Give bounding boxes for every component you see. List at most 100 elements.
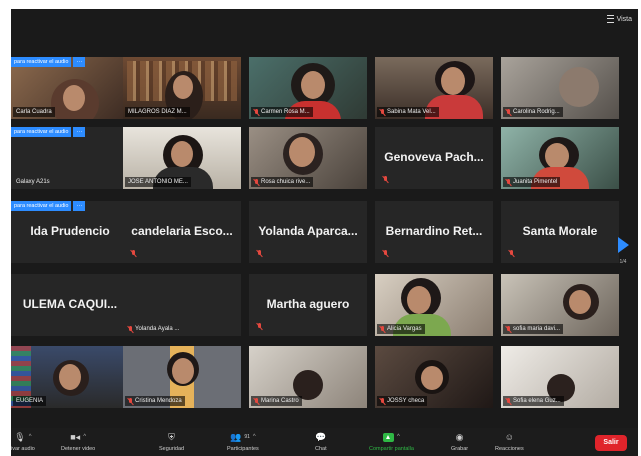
participant-name: Carla Cuadra bbox=[13, 107, 55, 117]
participant-name: Juanita Pimentel bbox=[503, 177, 561, 187]
view-button[interactable]: Vista bbox=[606, 15, 632, 23]
participant-tile[interactable]: MILAGROS DIAZ M... bbox=[123, 57, 241, 119]
next-page-button[interactable]: 1/4 bbox=[615, 237, 631, 265]
reactions-button[interactable]: ☺ Reacciones bbox=[495, 430, 524, 452]
share-screen-button[interactable]: ^ Compartir pantalla bbox=[369, 430, 414, 452]
mic-muted-icon bbox=[254, 108, 259, 116]
participant-tile[interactable]: Juanita Pimentel bbox=[501, 127, 619, 189]
participant-name-large: ULEMA CAQUI... bbox=[22, 297, 118, 311]
participant-name: Alicia Vargas bbox=[377, 324, 425, 334]
participant-tile[interactable]: EUGENIA bbox=[11, 346, 129, 408]
view-button-label: Vista bbox=[616, 15, 632, 23]
participant-name: EUGENIA bbox=[13, 396, 47, 406]
participant-tile[interactable]: Cristina Mendoza bbox=[123, 346, 241, 408]
participant-name: Marina Castro bbox=[251, 396, 302, 406]
participant-name-large: candelaria Esco... bbox=[131, 224, 233, 238]
participant-tile[interactable]: Genoveva Pach... bbox=[375, 127, 493, 189]
security-button[interactable]: ⛨ Seguridad bbox=[159, 430, 184, 453]
participant-tile[interactable]: candelaria Esco... bbox=[123, 201, 241, 263]
chevron-up-icon[interactable]: ^ bbox=[397, 434, 400, 440]
participant-tile[interactable]: para reactivar el audio ··· Ida Prudenci… bbox=[11, 201, 129, 263]
mic-muted-icon bbox=[509, 250, 514, 257]
participant-name: Galaxy A21s bbox=[16, 179, 50, 185]
participants-button[interactable]: 👥 91 ^ Participantes bbox=[227, 430, 259, 453]
participant-tile[interactable]: Yolanda Aparca... bbox=[249, 201, 367, 263]
mute-button[interactable]: 🎙 ^ ivar audio bbox=[11, 430, 35, 453]
mic-muted-icon bbox=[383, 176, 388, 183]
shield-icon: ⛨ bbox=[168, 431, 175, 442]
participant-tile[interactable]: Sofia elena Guz... bbox=[501, 346, 619, 408]
participant-name: Sofia elena Guz... bbox=[503, 396, 564, 406]
participant-name-large: Bernardino Ret... bbox=[385, 224, 483, 238]
mic-muted-icon bbox=[257, 250, 262, 257]
chat-button[interactable]: 💬 Chat bbox=[315, 430, 327, 453]
smiley-icon: ☺ bbox=[504, 432, 514, 442]
mic-muted-icon bbox=[506, 108, 511, 116]
participant-name: Rosa chuica rive... bbox=[251, 177, 314, 187]
record-button[interactable]: ◉ Grabar bbox=[451, 430, 468, 453]
page-indicator: 1/4 bbox=[619, 259, 627, 265]
participant-tile[interactable]: Bernardino Ret... bbox=[375, 201, 493, 263]
participant-tile[interactable]: Carolina Rodrig... bbox=[501, 57, 619, 119]
top-bar: Vista bbox=[11, 9, 638, 57]
mic-muted-icon bbox=[254, 178, 259, 186]
participant-tile[interactable]: Alicia Vargas bbox=[375, 274, 493, 336]
participant-tile[interactable]: JOSSY checa bbox=[375, 346, 493, 408]
chevron-up-icon[interactable]: ^ bbox=[83, 434, 86, 440]
participant-name-large: Genoveva Pach... bbox=[384, 150, 484, 164]
participant-name: Yolanda Ayala ... bbox=[125, 324, 182, 334]
meeting-toolbar: 🎙 ^ ivar audio ■◂ ^ Detener video ⛨ Seguri… bbox=[11, 428, 638, 456]
zoom-meeting-window: Vista para reactivar el audio ··· Carla … bbox=[11, 9, 638, 456]
mic-muted-icon bbox=[506, 325, 511, 333]
participant-tile[interactable]: Marina Castro bbox=[249, 346, 367, 408]
participant-tile-active-speaker[interactable]: JOSE ANTONIO ME... bbox=[123, 127, 241, 189]
participant-name: Carolina Rodrig... bbox=[503, 107, 563, 117]
share-screen-icon bbox=[383, 432, 395, 442]
mic-muted-icon bbox=[506, 178, 511, 186]
more-options-button[interactable]: ··· bbox=[73, 201, 86, 211]
participant-tile[interactable]: sofia maria davi... bbox=[501, 274, 619, 336]
participant-name: Sabina Mata Vel... bbox=[377, 107, 439, 117]
microphone-icon: 🎙 bbox=[14, 431, 26, 442]
video-camera-icon: ■◂ bbox=[70, 431, 81, 442]
mic-muted-icon bbox=[257, 323, 262, 330]
participant-name-large: Santa Morale bbox=[522, 224, 598, 238]
participant-name: JOSE ANTONIO ME... bbox=[125, 177, 191, 187]
chat-bubble-icon: 💬 bbox=[315, 431, 327, 442]
chevron-up-icon[interactable]: ^ bbox=[253, 434, 256, 440]
participant-tile[interactable]: Rosa chuica rive... bbox=[249, 127, 367, 189]
mic-muted-icon bbox=[380, 108, 385, 116]
participant-name: Carmen Rosa M... bbox=[251, 107, 313, 117]
mic-muted-icon bbox=[128, 325, 133, 333]
mic-muted-icon bbox=[506, 397, 511, 405]
participant-name: Cristina Mendoza bbox=[125, 396, 185, 406]
chevron-up-icon[interactable]: ^ bbox=[29, 434, 32, 440]
mic-muted-icon bbox=[128, 397, 133, 405]
arrow-right-icon bbox=[617, 237, 629, 253]
participant-tile[interactable]: para reactivar el audio ··· Galaxy A21s bbox=[11, 127, 129, 189]
leave-button[interactable]: Salir bbox=[595, 435, 627, 451]
unmute-request-banner[interactable]: para reactivar el audio ··· bbox=[11, 57, 86, 67]
participants-icon: 👥 bbox=[230, 431, 242, 442]
mic-muted-icon bbox=[254, 397, 259, 405]
participant-name: MILAGROS DIAZ M... bbox=[125, 107, 190, 117]
participant-name-large: Ida Prudencio bbox=[30, 224, 110, 238]
unmute-request-banner[interactable]: para reactivar el audio ··· bbox=[11, 201, 86, 211]
stop-video-button[interactable]: ■◂ ^ Detener video bbox=[61, 430, 95, 453]
mic-muted-icon bbox=[383, 250, 388, 257]
participant-name-large: Yolanda Aparca... bbox=[258, 224, 358, 238]
participant-tile[interactable]: ULEMA CAQUI... bbox=[11, 274, 129, 336]
participant-tile[interactable]: Sabina Mata Vel... bbox=[375, 57, 493, 119]
participant-tile[interactable]: para reactivar el audio ··· Carla Cuadra bbox=[11, 57, 129, 119]
mic-muted-icon bbox=[131, 250, 136, 257]
mic-muted-icon bbox=[380, 397, 385, 405]
more-options-button[interactable]: ··· bbox=[73, 127, 86, 137]
participant-name-large: Martha aguero bbox=[266, 297, 350, 311]
participant-tile[interactable]: Carmen Rosa M... bbox=[249, 57, 367, 119]
grid-view-icon bbox=[606, 15, 614, 23]
unmute-request-banner[interactable]: para reactivar el audio ··· bbox=[11, 127, 86, 137]
participant-tile[interactable]: Martha aguero bbox=[249, 274, 367, 336]
participant-tile[interactable]: Yolanda Ayala ... bbox=[123, 274, 241, 336]
more-options-button[interactable]: ··· bbox=[73, 57, 86, 67]
participant-tile[interactable]: Santa Morale bbox=[501, 201, 619, 263]
